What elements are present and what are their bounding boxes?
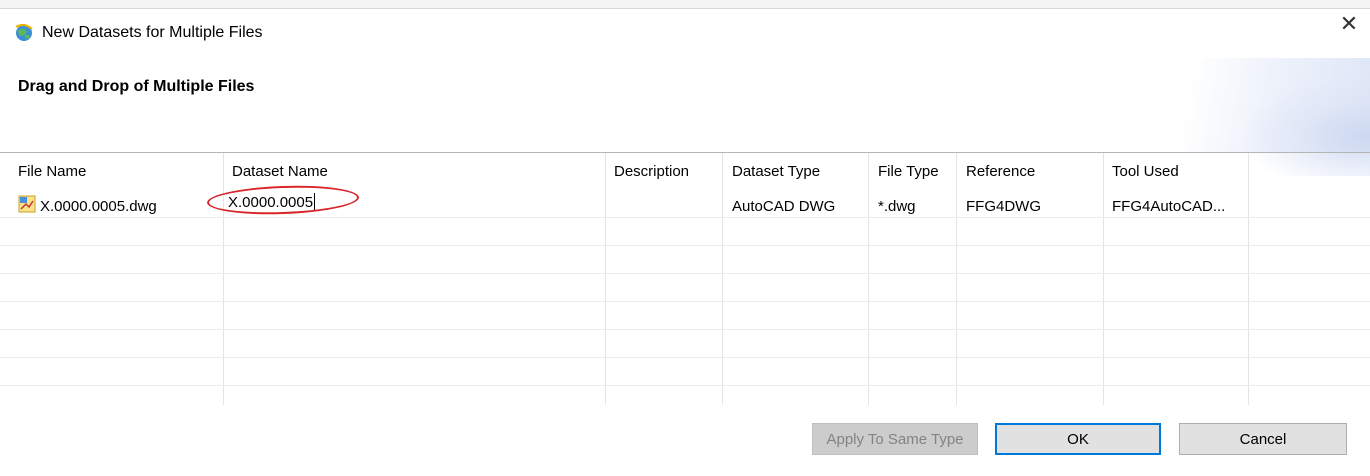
window-top-strip <box>0 0 1370 9</box>
column-divider <box>956 153 957 405</box>
row-divider <box>0 217 1370 218</box>
row-divider <box>0 245 1370 246</box>
row-divider <box>0 301 1370 302</box>
table-cell-file-name[interactable]: X.0000.0005.dwg <box>40 197 157 217</box>
dialog-heading: Drag and Drop of Multiple Files <box>18 78 255 95</box>
column-divider <box>223 153 224 405</box>
row-divider <box>0 273 1370 274</box>
table-cell-reference[interactable]: FFG4DWG <box>966 197 1041 217</box>
column-header-file-type[interactable]: File Type <box>878 163 939 180</box>
column-divider <box>1248 153 1249 405</box>
datasets-table[interactable]: File Name Dataset Name Description Datas… <box>0 152 1370 405</box>
table-cell-tool-used[interactable]: FFG4AutoCAD... <box>1112 197 1225 217</box>
row-divider <box>0 357 1370 358</box>
window-title: New Datasets for Multiple Files <box>42 24 263 41</box>
dwg-file-icon <box>18 195 36 213</box>
column-divider <box>868 153 869 405</box>
column-header-description[interactable]: Description <box>614 163 689 180</box>
column-header-file-name[interactable]: File Name <box>18 163 86 180</box>
table-cell-file-type[interactable]: *.dwg <box>878 197 916 217</box>
column-header-tool-used[interactable]: Tool Used <box>1112 163 1179 180</box>
column-divider <box>1103 153 1104 405</box>
column-divider <box>605 153 606 405</box>
column-header-dataset-type[interactable]: Dataset Type <box>732 163 820 180</box>
row-divider <box>0 329 1370 330</box>
column-header-reference[interactable]: Reference <box>966 163 1035 180</box>
column-divider <box>722 153 723 405</box>
dialog-header: Drag and Drop of Multiple Files <box>0 58 1370 176</box>
table-cell-dataset-type[interactable]: AutoCAD DWG <box>732 197 835 217</box>
row-divider <box>0 385 1370 386</box>
ok-button[interactable]: OK <box>995 423 1161 455</box>
app-globe-icon <box>15 23 33 41</box>
cancel-button[interactable]: Cancel <box>1179 423 1347 455</box>
title-bar: New Datasets for Multiple Files <box>0 9 1370 57</box>
column-header-dataset-name[interactable]: Dataset Name <box>232 163 328 180</box>
apply-to-same-type-button[interactable]: Apply To Same Type <box>812 423 978 455</box>
close-icon[interactable]: ✕ <box>1328 9 1370 39</box>
